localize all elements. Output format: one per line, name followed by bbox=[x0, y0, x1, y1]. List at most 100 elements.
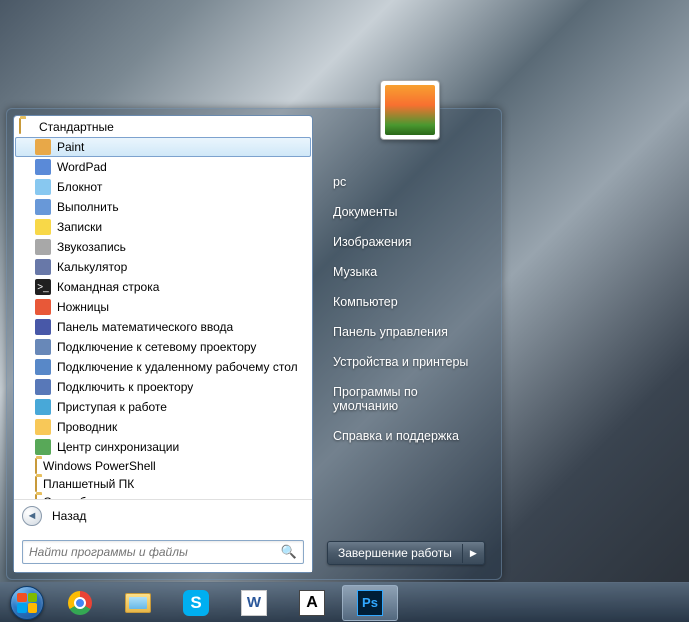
snipping-tool-icon bbox=[35, 299, 51, 315]
program-item-notepad[interactable]: Блокнот bbox=[15, 177, 311, 197]
folder-label: Windows PowerShell bbox=[43, 459, 156, 473]
right-panel-item[interactable]: Программы по умолчанию bbox=[327, 377, 487, 421]
program-item-network-projector[interactable]: Подключение к сетевому проектору bbox=[15, 337, 311, 357]
right-panel-item[interactable]: Документы bbox=[327, 197, 487, 227]
right-panel-item[interactable]: Компьютер bbox=[327, 287, 487, 317]
subfolder-item[interactable]: Служебные bbox=[15, 493, 311, 499]
start-menu-right-panel: pcДокументыИзображенияМузыкаКомпьютерПан… bbox=[313, 115, 495, 573]
folder-label: Стандартные bbox=[39, 120, 114, 134]
network-projector-icon bbox=[35, 339, 51, 355]
program-label: Приступая к работе bbox=[57, 400, 167, 414]
projector-icon bbox=[35, 379, 51, 395]
folder-icon bbox=[35, 495, 37, 499]
right-panel-item[interactable]: Панель управления bbox=[327, 317, 487, 347]
program-item-remote-desktop[interactable]: Подключение к удаленному рабочему стол bbox=[15, 357, 311, 377]
math-input-icon bbox=[35, 319, 51, 335]
subfolder-item[interactable]: Планшетный ПК bbox=[15, 475, 311, 493]
program-label: Звукозапись bbox=[57, 240, 126, 254]
right-panel-item[interactable]: pc bbox=[327, 167, 487, 197]
program-label: Paint bbox=[57, 140, 84, 154]
program-item-sticky-notes[interactable]: Записки bbox=[15, 217, 311, 237]
program-item-sound-recorder[interactable]: Звукозапись bbox=[15, 237, 311, 257]
all-programs-list[interactable]: Стандартные Paint WordPad Блокнот Выполнить… bbox=[14, 116, 312, 499]
run-icon bbox=[35, 199, 51, 215]
folder-open-icon bbox=[19, 119, 35, 135]
program-label: Ножницы bbox=[57, 300, 109, 314]
program-item-run[interactable]: Выполнить bbox=[15, 197, 311, 217]
program-label: Подключение к удаленному рабочему стол bbox=[57, 360, 298, 374]
program-label: Выполнить bbox=[57, 200, 119, 214]
taskbar-item-chrome[interactable] bbox=[52, 585, 108, 621]
notepad-icon bbox=[35, 179, 51, 195]
search-icon: 🔍 bbox=[281, 544, 297, 560]
program-label: Панель математического ввода bbox=[57, 320, 233, 334]
shutdown-options-arrow[interactable]: ▶ bbox=[462, 544, 484, 563]
taskbar-item-photoshop[interactable]: Ps bbox=[342, 585, 398, 621]
taskbar-item-skype[interactable]: S bbox=[168, 585, 224, 621]
start-menu: Стандартные Paint WordPad Блокнот Выполнить… bbox=[6, 108, 502, 580]
program-item-snipping-tool[interactable]: Ножницы bbox=[15, 297, 311, 317]
folder-label: Планшетный ПК bbox=[43, 477, 134, 491]
flower-avatar-icon bbox=[385, 85, 435, 135]
app-a-icon: A bbox=[298, 589, 326, 617]
search-row: 🔍 bbox=[14, 532, 312, 572]
program-item-cmd[interactable]: >_ Командная строка bbox=[15, 277, 311, 297]
program-item-math-input[interactable]: Панель математического ввода bbox=[15, 317, 311, 337]
program-item-projector[interactable]: Подключить к проектору bbox=[15, 377, 311, 397]
sound-recorder-icon bbox=[35, 239, 51, 255]
search-box[interactable]: 🔍 bbox=[22, 540, 304, 564]
word-icon: W bbox=[240, 589, 268, 617]
search-input[interactable] bbox=[29, 545, 281, 559]
taskbar-item-word[interactable]: W bbox=[226, 585, 282, 621]
back-button[interactable]: ◄ Назад bbox=[14, 499, 312, 532]
shutdown-label[interactable]: Завершение работы bbox=[328, 542, 462, 564]
folder-icon bbox=[35, 477, 37, 491]
back-arrow-icon: ◄ bbox=[22, 506, 42, 526]
program-item-getting-started[interactable]: Приступая к работе bbox=[15, 397, 311, 417]
getting-started-icon bbox=[35, 399, 51, 415]
remote-desktop-icon bbox=[35, 359, 51, 375]
chrome-icon bbox=[66, 589, 94, 617]
start-menu-left-panel: Стандартные Paint WordPad Блокнот Выполнить… bbox=[13, 115, 313, 573]
folder-header-accessories[interactable]: Стандартные bbox=[15, 117, 311, 137]
program-item-calculator[interactable]: Калькулятор bbox=[15, 257, 311, 277]
calculator-icon bbox=[35, 259, 51, 275]
program-label: Блокнот bbox=[57, 180, 102, 194]
program-label: Калькулятор bbox=[57, 260, 127, 274]
photoshop-icon: Ps bbox=[356, 589, 384, 617]
right-panel-item[interactable]: Музыка bbox=[327, 257, 487, 287]
program-label: WordPad bbox=[57, 160, 107, 174]
cmd-icon: >_ bbox=[35, 279, 51, 295]
skype-icon: S bbox=[182, 589, 210, 617]
start-button[interactable] bbox=[4, 585, 50, 621]
right-panel-item[interactable]: Изображения bbox=[327, 227, 487, 257]
windows-logo-icon bbox=[10, 586, 44, 620]
program-label: Подключение к сетевому проектору bbox=[57, 340, 256, 354]
taskbar-item-explorer[interactable] bbox=[110, 585, 166, 621]
user-account-picture[interactable] bbox=[380, 80, 440, 140]
program-label: Записки bbox=[57, 220, 102, 234]
explorer-icon bbox=[35, 419, 51, 435]
program-item-wordpad[interactable]: WordPad bbox=[15, 157, 311, 177]
program-item-explorer[interactable]: Проводник bbox=[15, 417, 311, 437]
right-panel-item[interactable]: Устройства и принтеры bbox=[327, 347, 487, 377]
taskbar-item-app-a[interactable]: A bbox=[284, 585, 340, 621]
program-label: Подключить к проектору bbox=[57, 380, 193, 394]
folder-icon bbox=[35, 459, 37, 473]
shutdown-row: Завершение работы ▶ bbox=[327, 533, 487, 565]
program-label: Командная строка bbox=[57, 280, 159, 294]
sync-center-icon bbox=[35, 439, 51, 455]
sticky-notes-icon bbox=[35, 219, 51, 235]
right-panel-item[interactable]: Справка и поддержка bbox=[327, 421, 487, 451]
explorer-icon bbox=[124, 589, 152, 617]
subfolder-item[interactable]: Windows PowerShell bbox=[15, 457, 311, 475]
taskbar: S W A Ps bbox=[0, 582, 689, 622]
program-item-sync-center[interactable]: Центр синхронизации bbox=[15, 437, 311, 457]
program-item-paint[interactable]: Paint bbox=[15, 137, 311, 157]
folder-label: Служебные bbox=[43, 495, 108, 499]
program-label: Проводник bbox=[57, 420, 117, 434]
paint-icon bbox=[35, 139, 51, 155]
back-label: Назад bbox=[52, 509, 86, 523]
shutdown-button[interactable]: Завершение работы ▶ bbox=[327, 541, 485, 565]
wordpad-icon bbox=[35, 159, 51, 175]
